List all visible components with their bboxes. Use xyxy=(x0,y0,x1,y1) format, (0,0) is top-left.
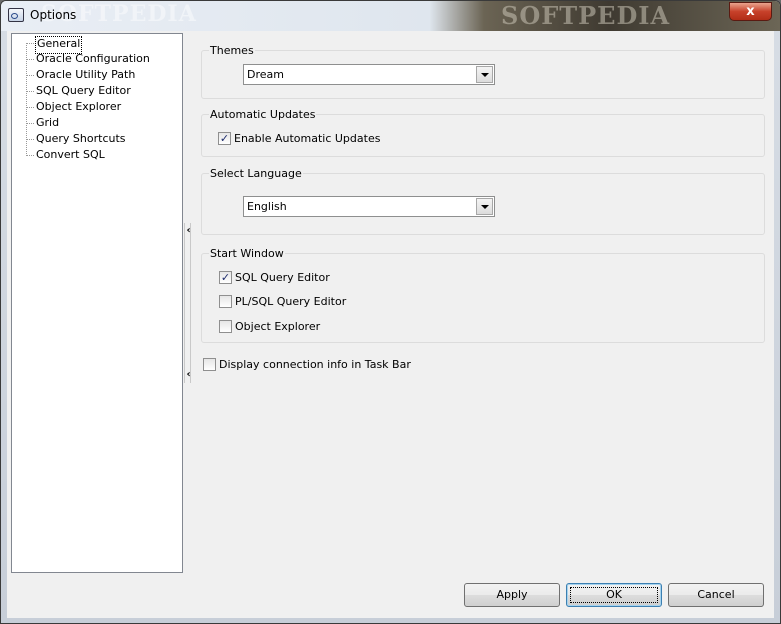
automatic-updates-label: Automatic Updates xyxy=(209,108,317,121)
tree-item-oracle-configuration[interactable]: Oracle Configuration xyxy=(36,51,150,67)
ok-button[interactable]: OK xyxy=(566,583,662,607)
tree-connector xyxy=(27,123,34,124)
checkbox-box[interactable] xyxy=(219,294,232,308)
tree-item-convert-sql[interactable]: Convert SQL xyxy=(36,147,105,163)
options-tree[interactable]: General Oracle Configuration Oracle Util… xyxy=(11,33,183,573)
sql-query-editor-checkbox[interactable]: ✓ SQL Query Editor xyxy=(219,269,330,285)
plsql-query-editor-label: PL/SQL Query Editor xyxy=(235,294,347,308)
tree-connector xyxy=(27,59,34,60)
window-title: Options xyxy=(30,8,77,22)
display-connection-info-checkbox[interactable]: Display connection info in Task Bar xyxy=(203,356,411,372)
tree-connector xyxy=(27,107,34,108)
close-icon: x xyxy=(746,4,755,19)
title-bar[interactable]: SOFTPEDIA SOFTPEDIA Options x xyxy=(1,1,780,31)
display-connection-info-label: Display connection info in Task Bar xyxy=(219,357,411,371)
tree-item-oracle-utility-path[interactable]: Oracle Utility Path xyxy=(36,67,135,83)
tree-item-query-shortcuts[interactable]: Query Shortcuts xyxy=(36,131,126,147)
app-icon xyxy=(8,8,24,22)
tree-connector xyxy=(27,139,34,140)
themes-label: Themes xyxy=(209,44,255,57)
tree-item-grid[interactable]: Grid xyxy=(36,115,59,131)
tree-connector xyxy=(27,91,34,92)
checkbox-box[interactable] xyxy=(203,357,216,371)
watermark: SOFTPEDIA xyxy=(501,1,671,30)
object-explorer-label: Object Explorer xyxy=(235,319,321,333)
themes-combo[interactable]: Dream xyxy=(243,64,495,85)
panel-splitter[interactable]: ‹ ‹ xyxy=(184,223,191,383)
checkbox-box[interactable] xyxy=(219,319,232,333)
client-area: General Oracle Configuration Oracle Util… xyxy=(7,31,774,618)
start-window-label: Start Window xyxy=(209,247,285,260)
chevron-down-icon[interactable] xyxy=(476,198,493,215)
tree-connector xyxy=(27,75,34,76)
chevron-down-icon[interactable] xyxy=(476,66,493,83)
cancel-button[interactable]: Cancel xyxy=(668,583,764,607)
plsql-query-editor-checkbox[interactable]: PL/SQL Query Editor xyxy=(219,293,346,309)
language-combo[interactable]: English xyxy=(243,196,495,217)
select-language-label: Select Language xyxy=(209,167,303,180)
apply-button[interactable]: Apply xyxy=(464,583,560,607)
sql-query-editor-label: SQL Query Editor xyxy=(235,270,330,284)
object-explorer-checkbox[interactable]: Object Explorer xyxy=(219,318,320,334)
close-button[interactable]: x xyxy=(729,2,772,21)
focus-rect xyxy=(570,587,658,603)
checkbox-box[interactable]: ✓ xyxy=(218,131,231,145)
tree-connector xyxy=(27,155,34,156)
tree-item-object-explorer[interactable]: Object Explorer xyxy=(36,99,121,115)
collapse-left-icon[interactable]: ‹ xyxy=(185,370,192,380)
enable-automatic-updates-checkbox[interactable]: ✓ Enable Automatic Updates xyxy=(218,130,380,146)
themes-value: Dream xyxy=(247,68,284,81)
enable-automatic-updates-label: Enable Automatic Updates xyxy=(234,131,381,145)
language-value: English xyxy=(247,200,287,213)
checkbox-box[interactable]: ✓ xyxy=(219,270,232,284)
collapse-left-icon[interactable]: ‹ xyxy=(185,226,192,236)
tree-connector xyxy=(27,43,34,44)
tree-item-sql-query-editor[interactable]: SQL Query Editor xyxy=(36,83,131,99)
options-window: SOFTPEDIA SOFTPEDIA Options x General Or… xyxy=(0,0,781,624)
